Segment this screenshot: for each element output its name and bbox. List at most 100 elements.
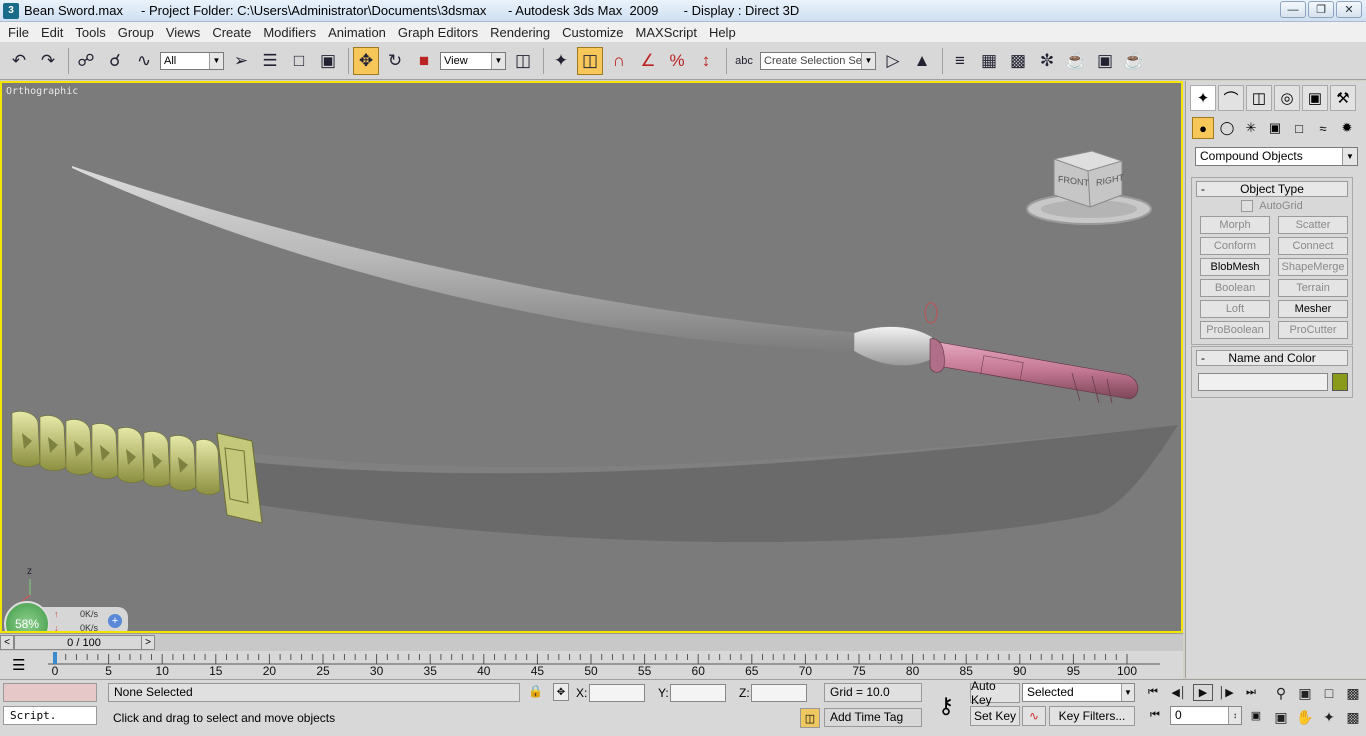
object-category-select[interactable]: Compound Objects ▼ — [1195, 147, 1358, 166]
angle-snap-icon[interactable]: ∠ — [635, 47, 661, 75]
object-color-swatch[interactable] — [1332, 373, 1348, 391]
maximize-viewport-icon[interactable]: ▩ — [1342, 707, 1364, 727]
rectangular-selection-icon[interactable]: □ — [286, 47, 312, 75]
shapemerge-button[interactable]: ShapeMerge — [1278, 258, 1348, 276]
perspective-viewport[interactable]: Orthographic FRONT RIGHT z ↑ ↓ 0K/s 0K/s… — [0, 81, 1183, 633]
lock-icon[interactable]: 🔒 — [528, 684, 543, 698]
align-icon[interactable]: ▲ — [909, 47, 935, 75]
time-configuration-icon[interactable]: ▣ — [1246, 707, 1266, 724]
layer-manager-icon[interactable]: ≡ — [947, 47, 973, 75]
key-icon[interactable]: ⚷ — [926, 686, 966, 726]
selection-filter-select[interactable]: All ▼ — [160, 51, 224, 70]
select-and-rotate-icon[interactable]: ↻ — [382, 47, 408, 75]
unlink-icon[interactable]: ☌ — [102, 47, 128, 75]
spinner-snap-icon[interactable]: ↕ — [693, 47, 719, 75]
geometry-icon[interactable]: ● — [1192, 117, 1214, 139]
link-icon[interactable]: ☍ — [73, 47, 99, 75]
select-and-scale-icon[interactable]: ■ — [411, 47, 437, 75]
default-tangent-icon[interactable]: ∿ — [1022, 706, 1046, 726]
conform-button[interactable]: Conform — [1200, 237, 1270, 255]
zoom-all-icon[interactable]: ▣ — [1294, 683, 1316, 703]
key-mode-select[interactable]: Selected ▼ — [1022, 683, 1135, 702]
display-tab-icon[interactable]: ▣ — [1302, 85, 1328, 111]
scatter-button[interactable]: Scatter — [1278, 216, 1348, 234]
menu-help[interactable]: Help — [703, 25, 742, 40]
orbit-icon[interactable]: ✦ — [1318, 707, 1340, 727]
material-editor-icon[interactable]: ✼ — [1034, 47, 1060, 75]
menu-edit[interactable]: Edit — [35, 25, 69, 40]
menu-file[interactable]: File — [2, 25, 35, 40]
space-warps-icon[interactable]: ≈ — [1312, 117, 1334, 139]
curve-editor-icon[interactable]: ▦ — [976, 47, 1002, 75]
snaps-toggle-icon[interactable]: ∩ — [606, 47, 632, 75]
maxscript-listener-input[interactable]: Script. — [3, 706, 97, 725]
app-icon[interactable]: 3 — [3, 2, 19, 19]
shapes-icon[interactable]: ◯ — [1216, 117, 1238, 139]
proboolean-button[interactable]: ProBoolean — [1200, 321, 1270, 339]
window-crossing-icon[interactable]: ▣ — [315, 47, 341, 75]
helpers-icon[interactable]: □ — [1288, 117, 1310, 139]
render-setup-icon[interactable]: ☕ — [1063, 47, 1089, 75]
percent-snap-icon[interactable]: % — [664, 47, 690, 75]
chevron-right-icon[interactable]: > — [141, 635, 155, 650]
go-to-start-icon[interactable]: ⏮ — [1143, 684, 1163, 701]
absolute-mode-icon[interactable]: ✥ — [553, 683, 569, 701]
next-frame-icon[interactable]: │▶ — [1216, 684, 1236, 701]
set-key-button[interactable]: Set Key — [970, 706, 1020, 726]
x-coordinate-input[interactable] — [589, 684, 645, 702]
redo-icon[interactable]: ↷ — [35, 47, 61, 75]
autogrid-checkbox[interactable] — [1241, 200, 1254, 212]
auto-key-button[interactable]: Auto Key — [970, 679, 1020, 707]
object-name-input[interactable] — [1198, 373, 1329, 391]
current-frame-marker[interactable] — [53, 652, 57, 664]
menu-maxscript[interactable]: MAXScript — [630, 25, 703, 40]
time-tag-icon[interactable]: ◫ — [800, 708, 820, 728]
menu-customize[interactable]: Customize — [556, 25, 629, 40]
create-tab-icon[interactable]: ✦ — [1190, 85, 1216, 111]
rendered-frame-window-icon[interactable]: ▣ — [1092, 47, 1118, 75]
quick-render-icon[interactable]: ☕ — [1121, 47, 1147, 75]
menu-tools[interactable]: Tools — [69, 25, 111, 40]
hierarchy-tab-icon[interactable]: ◫ — [1246, 85, 1272, 111]
select-by-name-icon[interactable]: ☰ — [257, 47, 283, 75]
boolean-button[interactable]: Boolean — [1200, 279, 1270, 297]
pivot-center-icon[interactable]: ◫ — [510, 47, 536, 75]
mesher-button[interactable]: Mesher — [1278, 300, 1348, 318]
mirror-icon[interactable]: ▷ — [880, 47, 906, 75]
maxscript-listener-output[interactable] — [3, 683, 97, 702]
upper-sword-model[interactable] — [72, 166, 1139, 404]
trackbar[interactable]: 0 5 10 15 20 25 30 35 40 45 50 55 60 65 70 75 80 85 90 95 10… — [0, 651, 1183, 679]
close-button[interactable]: ✕ — [1336, 1, 1362, 18]
current-frame-spinner[interactable]: 0 ↕ — [1170, 706, 1242, 725]
menu-views[interactable]: Views — [160, 25, 206, 40]
reference-coordinate-select[interactable]: View ▼ — [440, 51, 506, 70]
minimize-button[interactable]: — — [1280, 1, 1306, 18]
key-mode-toggle-icon[interactable]: ⏮ — [1145, 707, 1165, 724]
undo-icon[interactable]: ↶ — [6, 47, 32, 75]
bind-space-warp-icon[interactable]: ∿ — [131, 47, 157, 75]
zoom-extents-all-icon[interactable]: ▩ — [1342, 683, 1364, 703]
y-coordinate-input[interactable] — [670, 684, 726, 702]
menu-animation[interactable]: Animation — [322, 25, 392, 40]
menu-group[interactable]: Group — [112, 25, 160, 40]
viewcube[interactable] — [1026, 150, 1152, 225]
zoom-extents-icon[interactable]: □ — [1318, 683, 1340, 703]
go-to-end-icon[interactable]: ⏭ — [1241, 684, 1261, 701]
pan-view-icon[interactable]: ✋ — [1294, 707, 1316, 727]
loft-button[interactable]: Loft — [1200, 300, 1270, 318]
z-coordinate-input[interactable] — [751, 684, 807, 702]
morph-button[interactable]: Morph — [1200, 216, 1270, 234]
zoom-region-icon[interactable]: ▣ — [1270, 707, 1292, 727]
restore-button[interactable]: ❐ — [1308, 1, 1334, 18]
zoom-icon[interactable]: ⚲ — [1270, 683, 1292, 703]
named-selection-set-select[interactable]: Create Selection Set ▼ — [760, 51, 876, 70]
procutter-button[interactable]: ProCutter — [1278, 321, 1348, 339]
connect-button[interactable]: Connect — [1278, 237, 1348, 255]
edit-named-selection-icon[interactable]: abc — [731, 47, 757, 75]
play-icon[interactable]: ▶ — [1193, 684, 1213, 701]
object-type-header[interactable]: - Object Type — [1196, 181, 1348, 197]
terrain-button[interactable]: Terrain — [1278, 279, 1348, 297]
key-filters-button[interactable]: Key Filters... — [1049, 706, 1135, 726]
name-and-color-header[interactable]: - Name and Color — [1196, 350, 1348, 366]
motion-tab-icon[interactable]: ◎ — [1274, 85, 1300, 111]
